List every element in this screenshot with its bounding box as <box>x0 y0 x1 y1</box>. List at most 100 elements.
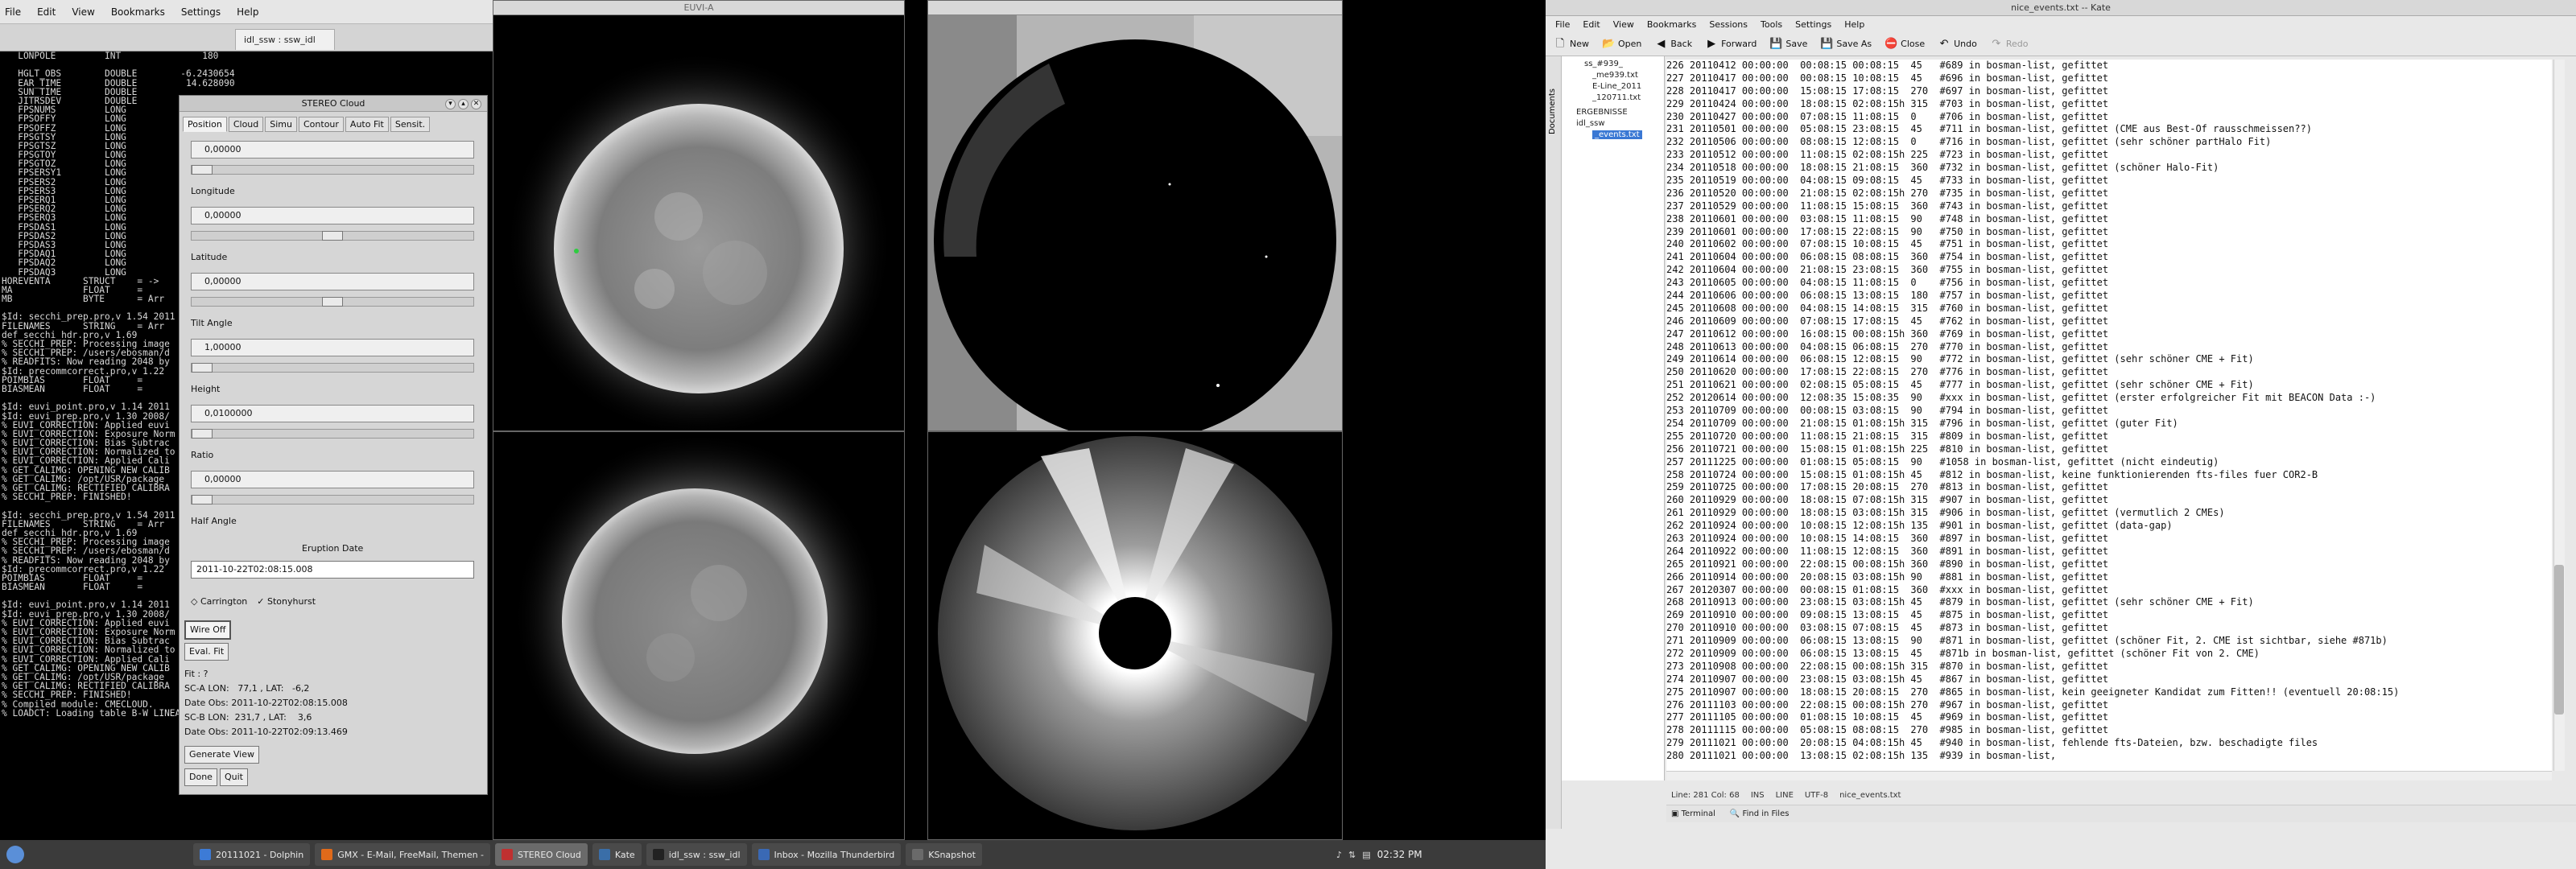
editor-line[interactable]: 275 20110907 00:00:00 18:08:15 20:08:15 … <box>1666 686 2552 699</box>
file-tree-item[interactable]: idl_ssw <box>1576 119 1605 128</box>
taskbar-item[interactable]: KSnapshot <box>906 843 982 866</box>
kde-menu-icon[interactable] <box>6 846 24 863</box>
close-button[interactable]: ⛔ Close <box>1885 38 1925 51</box>
editor-line[interactable]: 279 20111021 00:00:00 20:08:15 04:08:15h… <box>1666 737 2552 750</box>
new-button[interactable]: 🗋 New <box>1554 38 1589 51</box>
save-as-button[interactable]: 💾 Save As <box>1820 38 1872 51</box>
terminal-menu-edit[interactable]: Edit <box>37 6 56 18</box>
terminal-menu-view[interactable]: View <box>72 6 94 18</box>
scrollbar-thumb[interactable] <box>2554 565 2564 715</box>
slider-knob[interactable] <box>322 231 343 241</box>
back-button[interactable]: ◀ Back <box>1654 38 1692 51</box>
open-button[interactable]: 📂 Open <box>1602 38 1641 51</box>
tab-contour[interactable]: Contour <box>299 117 344 132</box>
editor-line[interactable]: 228 20110417 00:00:00 15:08:15 17:08:15 … <box>1666 85 2552 98</box>
tab-sensit[interactable]: Sensit. <box>390 117 431 132</box>
kate-menu-settings[interactable]: Settings <box>1795 19 1831 30</box>
editor-line[interactable]: 237 20110529 00:00:00 11:08:15 15:08:15 … <box>1666 200 2552 213</box>
eruption-date-input[interactable]: 2011-10-22T02:08:15.008 <box>191 561 474 579</box>
editor-line[interactable]: 252 20120614 00:00:00 12:08:35 15:08:35 … <box>1666 392 2552 405</box>
kate-menu-view[interactable]: View <box>1613 19 1634 30</box>
slider-value-field[interactable]: 0,00000 <box>191 207 474 224</box>
editor-line[interactable]: 262 20110924 00:00:00 10:08:15 12:08:15h… <box>1666 520 2552 533</box>
insert-mode[interactable]: INS <box>1751 791 1765 800</box>
editor-line[interactable]: 280 20111021 00:00:00 13:08:15 02:08:15h… <box>1666 750 2552 763</box>
editor-line[interactable]: 239 20110601 00:00:00 17:08:15 22:08:15 … <box>1666 226 2552 239</box>
slider-knob[interactable] <box>322 297 343 307</box>
editor-line[interactable]: 277 20111105 00:00:00 01:08:15 10:08:15 … <box>1666 711 2552 724</box>
slider-knob[interactable] <box>192 165 213 175</box>
selection-mode[interactable]: LINE <box>1776 791 1794 800</box>
file-tree-item[interactable]: _120711.txt <box>1592 93 1641 102</box>
taskbar-item[interactable]: 20111021 - Dolphin <box>193 843 311 866</box>
editor-line[interactable]: 266 20110914 00:00:00 20:08:15 03:08:15h… <box>1666 571 2552 584</box>
minimize-icon[interactable]: ▾ <box>445 99 456 109</box>
terminal-tab[interactable]: idl_ssw : ssw_idl <box>235 29 335 50</box>
editor-line[interactable]: 227 20110417 00:00:00 00:08:15 10:08:15 … <box>1666 72 2552 85</box>
taskbar-item[interactable]: GMX - E-Mail, FreeMail, Themen - <box>315 843 491 866</box>
terminal-menu-file[interactable]: File <box>5 6 21 18</box>
terminal-toolview-button[interactable]: ▣ Terminal <box>1671 809 1715 818</box>
slider-track[interactable] <box>191 495 474 505</box>
horizontal-scrollbar[interactable] <box>1666 771 2552 780</box>
editor-line[interactable]: 247 20110612 00:00:00 16:08:15 00:08:15h… <box>1666 328 2552 341</box>
done-button[interactable]: Done <box>184 768 217 786</box>
tab-autofit[interactable]: Auto Fit <box>345 117 389 132</box>
slider-value-field[interactable]: 1,00000 <box>191 339 474 356</box>
editor-line[interactable]: 272 20110909 00:00:00 06:08:15 13:08:15 … <box>1666 648 2552 661</box>
close-icon[interactable]: ✕ <box>471 99 481 109</box>
editor-area[interactable]: 226 20110412 00:00:00 00:08:15 00:08:15 … <box>1666 60 2552 771</box>
editor-line[interactable]: 260 20110929 00:00:00 18:08:15 07:08:15h… <box>1666 494 2552 507</box>
maximize-icon[interactable]: ▴ <box>458 99 469 109</box>
eval-fit-button[interactable]: Eval. Fit <box>184 643 229 661</box>
editor-line[interactable]: 244 20110606 00:00:00 06:08:15 13:08:15 … <box>1666 290 2552 303</box>
taskbar-item[interactable]: Inbox - Mozilla Thunderbird <box>751 843 902 866</box>
kate-menu-help[interactable]: Help <box>1844 19 1864 30</box>
carrington-radio[interactable]: ◇ Carrington <box>191 596 247 607</box>
editor-line[interactable]: 245 20110608 00:00:00 04:08:15 14:08:15 … <box>1666 303 2552 315</box>
documents-sidebar-tab[interactable]: Documents <box>1546 56 1562 829</box>
editor-line[interactable]: 242 20110604 00:00:00 21:08:15 23:08:15 … <box>1666 264 2552 277</box>
editor-line[interactable]: 234 20110518 00:00:00 18:08:15 21:08:15 … <box>1666 162 2552 175</box>
slider-track[interactable] <box>191 363 474 373</box>
tab-simu[interactable]: Simu <box>265 117 297 132</box>
editor-line[interactable]: 269 20110910 00:00:00 09:08:15 13:08:15 … <box>1666 609 2552 622</box>
forward-button[interactable]: ▶ Forward <box>1705 38 1757 51</box>
editor-line[interactable]: 271 20110909 00:00:00 06:08:15 13:08:15 … <box>1666 635 2552 648</box>
slider-knob[interactable] <box>192 363 213 373</box>
file-tree-item[interactable]: ERGEBNISSE <box>1576 108 1628 117</box>
editor-line[interactable]: 276 20111103 00:00:00 22:08:15 00:08:15h… <box>1666 699 2552 712</box>
editor-line[interactable]: 261 20110929 00:00:00 18:08:15 03:08:15h… <box>1666 507 2552 520</box>
quit-button[interactable]: Quit <box>220 768 248 786</box>
editor-line[interactable]: 268 20110913 00:00:00 23:08:15 03:08:15h… <box>1666 596 2552 609</box>
editor-line[interactable]: 274 20110907 00:00:00 23:08:15 03:08:15h… <box>1666 673 2552 686</box>
editor-line[interactable]: 253 20110709 00:00:00 00:08:15 03:08:15 … <box>1666 405 2552 418</box>
editor-line[interactable]: 278 20111115 00:00:00 05:08:15 08:08:15 … <box>1666 724 2552 737</box>
stonyhurst-radio[interactable]: ✓ Stonyhurst <box>257 596 316 607</box>
slider-track[interactable] <box>191 429 474 439</box>
kate-menu-tools[interactable]: Tools <box>1761 19 1782 30</box>
encoding[interactable]: UTF-8 <box>1805 791 1828 800</box>
terminal-menu-bookmarks[interactable]: Bookmarks <box>111 6 165 18</box>
editor-line[interactable]: 273 20110908 00:00:00 22:08:15 00:08:15h… <box>1666 661 2552 673</box>
kate-menu-file[interactable]: File <box>1555 19 1570 30</box>
slider-value-field[interactable]: 0,00000 <box>191 471 474 488</box>
kate-menu-sessions[interactable]: Sessions <box>1709 19 1748 30</box>
undo-button[interactable]: ↶ Undo <box>1938 38 1977 51</box>
editor-line[interactable]: 267 20120307 00:00:00 00:08:15 01:08:15 … <box>1666 584 2552 597</box>
file-tree-item[interactable]: _events.txt <box>1592 130 1642 139</box>
slider-track[interactable] <box>191 297 474 307</box>
slider-value-field[interactable]: 0,00000 <box>191 141 474 159</box>
generate-view-button[interactable]: Generate View <box>184 746 259 764</box>
editor-line[interactable]: 233 20110512 00:00:00 11:08:15 02:08:15h… <box>1666 149 2552 162</box>
kate-menu-edit[interactable]: Edit <box>1583 19 1600 30</box>
editor-line[interactable]: 240 20110602 00:00:00 07:08:15 10:08:15 … <box>1666 238 2552 251</box>
taskbar-item[interactable]: STEREO Cloud <box>495 843 588 866</box>
clipboard-icon[interactable]: ▤ <box>1362 850 1370 860</box>
taskbar-item[interactable]: idl_ssw : ssw_idl <box>646 843 747 866</box>
tab-cloud[interactable]: Cloud <box>228 117 264 132</box>
editor-line[interactable]: 241 20110604 00:00:00 06:08:15 08:08:15 … <box>1666 251 2552 264</box>
kate-menu-bookmarks[interactable]: Bookmarks <box>1647 19 1696 30</box>
editor-line[interactable]: 230 20110427 00:00:00 07:08:15 11:08:15 … <box>1666 111 2552 124</box>
wire-off-button[interactable]: Wire Off <box>184 620 232 640</box>
